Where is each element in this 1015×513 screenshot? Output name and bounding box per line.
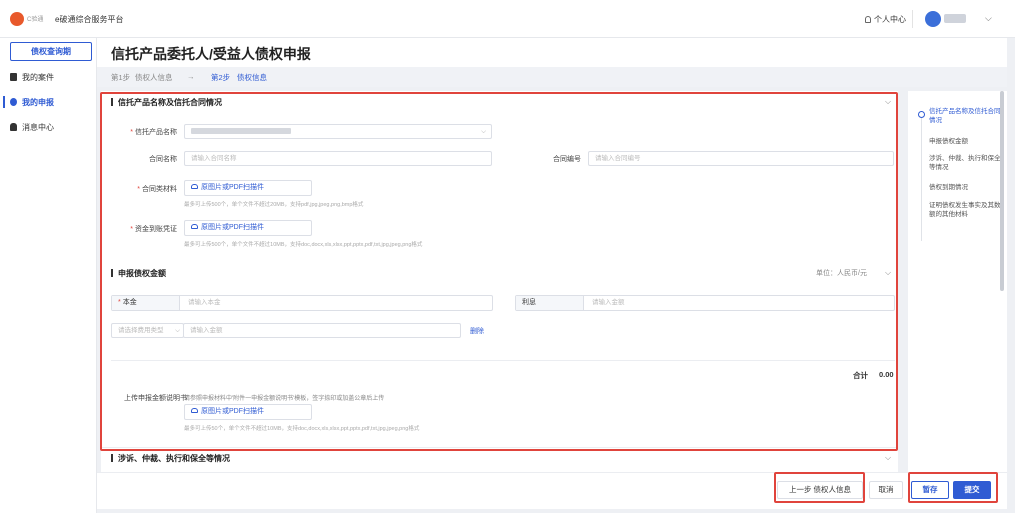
contract-material-upload-button[interactable]: 原图片或PDF扫描件 xyxy=(184,180,312,196)
fee-type-select[interactable]: 请选择费用类型 ⌵ xyxy=(111,323,184,338)
declaration-icon xyxy=(10,98,17,106)
active-indicator xyxy=(3,96,5,108)
unit-label: 单位：人民币/元 xyxy=(816,270,867,277)
funds-proof-hint: 最多可上传500个，单个文件不超过10MB，支持doc,docx,xls,xls… xyxy=(184,242,423,248)
debt-query-button[interactable]: 债权查询期 xyxy=(10,42,92,61)
contract-material-label: * 合同类材料 xyxy=(137,186,177,193)
save-draft-button[interactable]: 暂存 xyxy=(911,481,949,499)
principal-label: * 本金 xyxy=(112,296,180,310)
logo-text: C验通 xyxy=(27,17,44,23)
contract-no-input[interactable]: 请输入合同编号 xyxy=(588,151,894,166)
case-icon xyxy=(10,73,17,81)
footer-bar: 上一步 债权人信息 取消 暂存 提交 xyxy=(97,472,1007,509)
username-redacted[interactable] xyxy=(944,14,966,23)
divider xyxy=(101,447,898,448)
redacted-value xyxy=(191,128,291,134)
anchor-item-trust-product[interactable]: 信托产品名称及信托合同情况 xyxy=(929,107,1001,125)
platform-name: e破通综合服务平台 xyxy=(55,15,124,24)
chevron-down-icon[interactable]: ⌵ xyxy=(985,13,992,24)
principal-input[interactable]: 请输入本金 xyxy=(188,296,221,310)
chevron-down-icon: ⌵ xyxy=(481,128,486,135)
contract-name-label: 合同名称 xyxy=(149,156,177,163)
principal-field: * 本金 请输入本金 xyxy=(111,295,493,311)
anchor-item-litigation[interactable]: 涉诉、仲裁、执行和保全等情况 xyxy=(929,154,1001,172)
cloud-upload-icon xyxy=(191,408,198,413)
cloud-upload-icon xyxy=(191,184,198,189)
interest-field: 利息 请输入金额 xyxy=(515,295,895,311)
sidebar-item-my-declarations[interactable]: 我的申报 xyxy=(10,97,54,109)
prev-step-button[interactable]: 上一步 债权人信息 xyxy=(777,481,863,499)
sidebar: 债权查询期 我的案件 我的申报 消息中心 xyxy=(0,38,97,513)
total-value: 0.00 xyxy=(879,370,894,379)
user-center-link[interactable]: 个人中心 xyxy=(865,14,906,25)
upload-statement-label: 上传申报金额说明书 xyxy=(124,395,187,402)
sidebar-item-messages[interactable]: 消息中心 xyxy=(10,122,54,134)
section-title-trust-product: 信托产品名称及信托合同情况 xyxy=(111,97,222,108)
product-name-label: * 信托产品名称 xyxy=(130,129,177,136)
step-1-number: 第1步 xyxy=(111,73,131,82)
form-card: 信托产品名称及信托合同情况 ⌵ * 信托产品名称 ⌵ 合同名称 请输入合同名称 合… xyxy=(101,91,898,509)
contract-name-input[interactable]: 请输入合同名称 xyxy=(184,151,492,166)
contract-no-label: 合同编号 xyxy=(553,156,581,163)
main-header: 信托产品委托人/受益人债权申报 xyxy=(97,38,1007,67)
chevron-down-icon: ⌵ xyxy=(175,327,180,334)
anchor-item-declared-amount[interactable]: 申报债权金额 xyxy=(929,137,1001,146)
step-arrow: → xyxy=(187,72,195,81)
section-title-declared-amount: 申报债权金额 xyxy=(111,268,166,279)
submit-button[interactable]: 提交 xyxy=(953,481,991,499)
cloud-upload-icon xyxy=(191,224,198,229)
total-label: 合计 xyxy=(853,371,868,380)
anchor-dot xyxy=(918,111,925,118)
bell-icon xyxy=(10,123,17,131)
funds-proof-label: * 资金到账凭证 xyxy=(130,226,177,233)
interest-input[interactable]: 请输入金额 xyxy=(592,296,625,310)
collapse-chevron-icon[interactable]: ⌵ xyxy=(885,453,891,463)
interest-label: 利息 xyxy=(516,296,584,310)
scrollbar[interactable] xyxy=(1000,91,1004,291)
sidebar-item-my-cases[interactable]: 我的案件 xyxy=(10,72,54,84)
statement-hint: 最多可上传50个，单个文件不超过10MB，支持doc,docx,xls,xlsx… xyxy=(184,426,420,432)
section-title-litigation: 涉诉、仲裁、执行和保全等情况 xyxy=(111,453,230,464)
step-indicator: 第1步 债权人信息 → 第2步 债权信息 xyxy=(97,67,1007,87)
logo-icon xyxy=(10,12,24,26)
divider xyxy=(111,360,895,361)
top-bar: C验通 e破通综合服务平台 个人中心 ⌵ xyxy=(0,0,1015,38)
funds-proof-upload-button[interactable]: 原图片或PDF扫描件 xyxy=(184,220,312,236)
collapse-chevron-icon[interactable]: ⌵ xyxy=(885,268,891,278)
upload-statement-desc: 请参照申报材料中'附件一申报金额说明书'模板，签字捺印或加盖公章后上传 xyxy=(184,396,385,402)
avatar[interactable] xyxy=(925,11,941,27)
anchor-item-other-materials[interactable]: 证明债权发生事实及其数额的其他材料 xyxy=(929,201,1001,219)
delete-fee-link[interactable]: 删除 xyxy=(470,326,484,336)
cancel-button[interactable]: 取消 xyxy=(869,481,903,499)
user-icon xyxy=(865,16,871,23)
fee-amount-input[interactable]: 请输入金额 xyxy=(183,323,461,338)
product-name-select[interactable]: ⌵ xyxy=(184,124,492,139)
page-title: 信托产品委托人/受益人债权申报 xyxy=(111,46,311,62)
collapse-chevron-icon[interactable]: ⌵ xyxy=(885,97,891,107)
anchor-line xyxy=(921,111,922,241)
anchor-item-maturity[interactable]: 债权到期情况 xyxy=(929,183,1001,192)
anchor-nav: 信托产品名称及信托合同情况 申报债权金额 涉诉、仲裁、执行和保全等情况 债权到期… xyxy=(908,91,1007,509)
step-1-label: 债权人信息 xyxy=(135,73,173,82)
step-2-label: 债权信息 xyxy=(237,73,267,82)
statement-upload-button[interactable]: 原图片或PDF扫描件 xyxy=(184,404,312,420)
step-2-number: 第2步 xyxy=(211,73,231,82)
divider xyxy=(912,10,913,28)
contract-material-hint: 最多可上传500个，单个文件不超过20MB，支持pdf,jpg,jpeg,png… xyxy=(184,202,364,208)
